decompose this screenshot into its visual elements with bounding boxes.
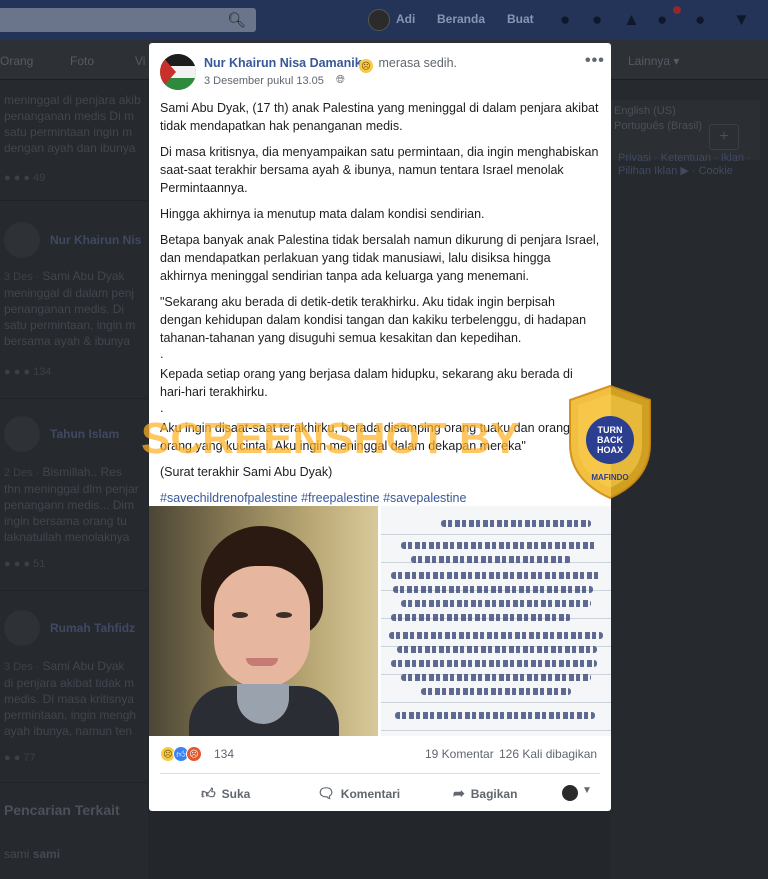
like-button[interactable]: 👍︎ Suka xyxy=(201,785,250,802)
notifications-icon[interactable]: ▲ xyxy=(623,10,640,30)
post-paragraph: Kepada setiap orang yang berjasa dalam h… xyxy=(160,367,573,399)
author-avatar[interactable] xyxy=(160,54,196,90)
top-navbar: 🔍︎ Adi Beranda Buat ● ● ▲ ● ● ▼ xyxy=(0,0,768,40)
badge-line-1: TURN xyxy=(598,425,623,435)
comment-button[interactable]: 🗨︎ Komentari xyxy=(317,785,400,802)
turnbackhoax-badge: TURN BACK HOAX MAFINDO xyxy=(569,384,651,500)
bg-line: satu permintaan ingin m xyxy=(4,125,133,139)
bg-post-3-text: 2 Des · Bismillah.. Res thn meninggal dl… xyxy=(4,465,139,544)
post-paragraph: Hingga akhirnya ia menutup mata dalam ko… xyxy=(160,207,485,221)
share-arrow-icon: ➦ xyxy=(453,785,465,801)
filter-people[interactable]: Orang xyxy=(0,54,33,68)
comment-count[interactable]: 19 Komentar xyxy=(425,747,494,761)
bg-post-4-reactions: ● ● 77 xyxy=(4,752,36,764)
language-box: English (US) Português (Brasil) + xyxy=(610,100,760,160)
post-dot: . xyxy=(160,347,164,361)
post-paragraph: Betapa banyak anak Palestina tidak bersa… xyxy=(160,233,600,283)
bg-divider xyxy=(0,398,148,399)
badge-line-2: BACK xyxy=(597,435,623,445)
sad-emoji-icon: ☹ xyxy=(359,59,373,73)
filter-videos[interactable]: Vi xyxy=(135,54,145,68)
bg-line: penanganan medis Di m xyxy=(4,109,135,123)
bg-post-4-text: 3 Des · Sami Abu Dyak di penjara akibat … xyxy=(4,659,137,738)
post-feeling: ☹ merasa sedih. xyxy=(359,56,457,73)
badge-line-3: HOAX xyxy=(597,445,623,455)
bg-post-1: meninggal di penjara akib penanganan med… xyxy=(0,82,148,156)
bg-post-2-avatar xyxy=(4,222,40,258)
language-portuguese[interactable]: Português (Brasil) xyxy=(614,120,702,132)
post-paragraph: Sami Abu Dyak, (17 th) anak Palestina ya… xyxy=(160,101,599,133)
chevron-down-icon[interactable]: ▼ xyxy=(582,785,592,796)
angry-reaction-icon: ☹ xyxy=(186,746,202,762)
post-author[interactable]: Nur Khairun Nisa Damanik xyxy=(204,56,362,70)
share-button[interactable]: ➦ Bagikan xyxy=(453,785,517,802)
post-paragraph: Di masa kritisnya, dia menyampaikan satu… xyxy=(160,145,599,195)
bg-divider xyxy=(0,782,148,783)
bg-post-2-author[interactable]: Nur Khairun Nis xyxy=(50,232,141,248)
bg-divider xyxy=(0,590,148,591)
bg-line: meninggal di penjara akib xyxy=(4,93,141,107)
bg-post-1-text: meninggal di penjara akib penanganan med… xyxy=(0,82,148,156)
boy-portrait-image[interactable] xyxy=(149,506,378,736)
create-link[interactable]: Buat xyxy=(507,12,534,26)
post-timestamp[interactable]: 3 Desember pukul 13.05 xyxy=(204,75,324,87)
search-icon[interactable]: 🔍︎ xyxy=(227,11,246,29)
bg-post-1-reactions: ● ● ● 49 xyxy=(4,172,46,184)
user-avatar[interactable] xyxy=(368,9,390,31)
related-search-item[interactable]: sami sami xyxy=(4,847,60,861)
bg-post-3-author[interactable]: Tahun Islam xyxy=(50,426,119,442)
thumbs-up-icon: 👍︎ xyxy=(201,785,216,801)
home-link[interactable]: Beranda xyxy=(437,12,485,26)
language-english[interactable]: English (US) xyxy=(614,105,676,117)
filter-photos[interactable]: Foto xyxy=(70,54,94,68)
help-circle-icon[interactable]: ● xyxy=(695,10,705,30)
reaction-count[interactable]: 134 xyxy=(214,747,234,761)
public-globe-icon: 🌐︎ xyxy=(336,74,345,86)
handwritten-letter-image[interactable] xyxy=(381,506,611,736)
feeling-text: merasa sedih. xyxy=(378,56,457,70)
post-hashtags[interactable]: #savechildrenofpalestine #freepalestine … xyxy=(160,489,600,507)
bg-post-2-text: 3 Des · Sami Abu Dyak meninggal di dalam… xyxy=(4,269,136,348)
help-icon[interactable]: ● xyxy=(657,10,667,30)
bg-post-3-avatar xyxy=(4,416,40,452)
bg-divider xyxy=(0,200,148,201)
search-input[interactable]: 🔍︎ xyxy=(0,8,256,32)
bg-post-4-author[interactable]: Rumah Tahfidz xyxy=(50,620,135,636)
profile-link[interactable]: Adi xyxy=(396,12,415,26)
related-searches-title: Pencarian Terkait xyxy=(4,802,120,818)
reaction-author-avatar[interactable] xyxy=(562,785,578,801)
action-divider xyxy=(160,773,600,774)
bg-post-3-reactions: ● ● ● 51 xyxy=(4,558,46,570)
post-signature: (Surat terakhir Sami Abu Dyak) xyxy=(160,465,333,479)
account-menu-icon[interactable]: ▼ xyxy=(733,10,750,30)
bg-post-4-avatar xyxy=(4,610,40,646)
add-language-button[interactable]: + xyxy=(709,124,739,150)
bg-post-2-reactions: ● ● ● 134 xyxy=(4,366,52,378)
bg-line: dengan ayah dan ibunya xyxy=(4,141,136,155)
watermark-text: SCREENSHOT BY xyxy=(141,414,520,463)
friends-icon[interactable]: ● xyxy=(560,10,570,30)
notification-badge xyxy=(673,6,681,14)
post-options-menu[interactable]: ••• xyxy=(585,52,605,70)
footer-links[interactable]: Privasi · Ketentuan · Iklan · Pilihan Ik… xyxy=(618,152,768,177)
messenger-icon[interactable]: ● xyxy=(592,10,602,30)
post-paragraph: "Sekarang aku berada di detik-detik tera… xyxy=(160,295,587,345)
badge-org: MAFINDO xyxy=(591,473,628,482)
share-count[interactable]: 126 Kali dibagikan xyxy=(499,747,597,761)
speech-bubble-icon: 🗨︎ xyxy=(317,785,335,801)
filter-more[interactable]: Lainnya ▾ xyxy=(628,54,679,68)
